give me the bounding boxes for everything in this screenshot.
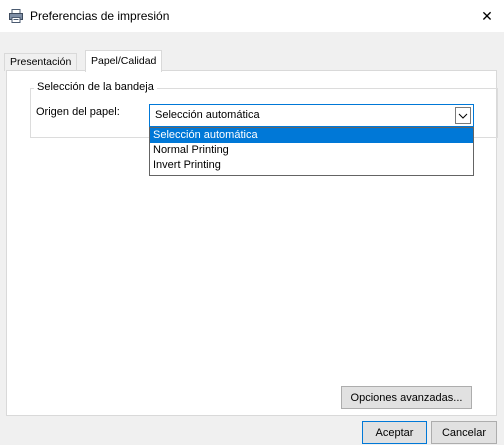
title-bar: Preferencias de impresión ✕: [0, 0, 504, 32]
tab-label: Presentación: [10, 56, 72, 68]
close-button[interactable]: ✕: [470, 0, 504, 32]
window-title: Preferencias de impresión: [30, 9, 170, 23]
tab-presentacion[interactable]: Presentación: [4, 53, 78, 71]
paper-source-value: Selección automática: [155, 109, 260, 121]
tab-label: Papel/Calidad: [91, 55, 157, 67]
dropdown-option-auto[interactable]: Selección automática: [150, 128, 473, 143]
paper-source-label: Origen del papel:: [36, 106, 120, 118]
tab-papel-calidad[interactable]: Papel/Calidad: [85, 50, 163, 72]
chevron-down-icon[interactable]: [455, 107, 471, 124]
paper-source-dropdown-list: Selección automática Normal Printing Inv…: [149, 127, 474, 176]
cancel-button[interactable]: Cancelar: [431, 421, 497, 444]
advanced-options-button[interactable]: Opciones avanzadas...: [341, 386, 472, 409]
dropdown-option-normal-printing[interactable]: Normal Printing: [150, 143, 473, 158]
tray-group-legend: Selección de la bandeja: [34, 81, 157, 93]
close-icon: ✕: [481, 7, 493, 24]
dropdown-option-invert-printing[interactable]: Invert Printing: [150, 158, 473, 173]
printer-icon: [8, 8, 24, 24]
ok-button[interactable]: Aceptar: [362, 421, 427, 444]
paper-source-combobox[interactable]: Selección automática: [149, 104, 474, 127]
